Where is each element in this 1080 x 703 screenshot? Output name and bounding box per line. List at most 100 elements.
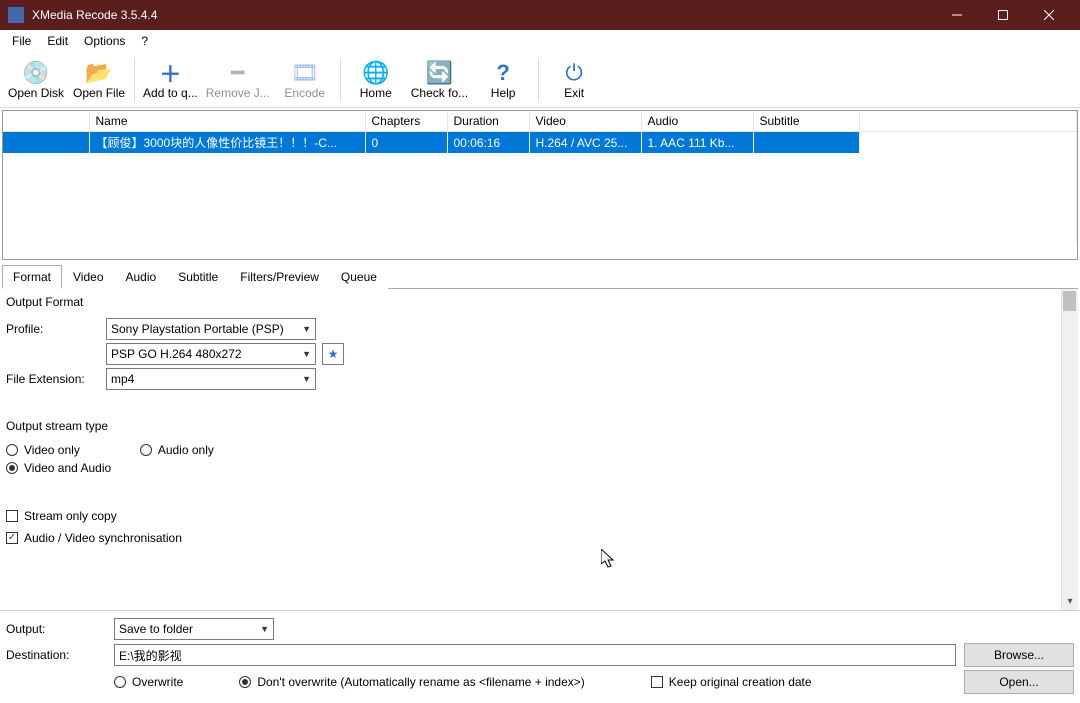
title-bar: XMedia Recode 3.5.4.4 <box>0 0 1080 30</box>
chevron-down-icon: ▼ <box>260 624 269 634</box>
remove-job-button: ━ Remove J... <box>202 54 274 106</box>
browse-button[interactable]: Browse... <box>964 643 1074 667</box>
file-extension-select[interactable]: mp4 ▼ <box>106 368 316 390</box>
remove-job-label: Remove J... <box>206 86 270 100</box>
toolbar-separator <box>340 58 341 102</box>
encode-button: 🎞 Encode <box>274 54 336 106</box>
cell-video: H.264 / AVC 25... <box>529 132 641 154</box>
profile-select[interactable]: Sony Playstation Portable (PSP) ▼ <box>106 318 316 340</box>
menu-help[interactable]: ? <box>133 32 156 50</box>
table-row <box>3 225 1077 243</box>
refresh-icon: 🔄 <box>426 60 453 86</box>
folder-icon: 📂 <box>85 60 112 86</box>
output-label: Output: <box>6 622 106 636</box>
cell-name: 【顾俊】3000块的人像性价比镜王！！！-C... <box>89 132 365 154</box>
question-icon: ? <box>496 60 509 86</box>
tab-queue[interactable]: Queue <box>330 265 388 289</box>
tab-subtitle[interactable]: Subtitle <box>167 265 229 289</box>
add-to-queue-button[interactable]: ＋ Add to q... <box>139 54 202 106</box>
panel-scrollbar[interactable]: ▴ ▾ <box>1061 289 1078 610</box>
menu-file[interactable]: File <box>4 32 39 50</box>
output-format-label: Output Format <box>6 293 1057 315</box>
open-file-button[interactable]: 📂 Open File <box>68 54 130 106</box>
cell-subtitle <box>753 132 859 154</box>
toolbar-separator <box>538 58 539 102</box>
globe-icon: 🌐 <box>362 60 389 86</box>
col-video[interactable]: Video <box>529 111 641 132</box>
chevron-down-icon: ▼ <box>302 349 311 359</box>
chevron-down-icon: ▼ <box>302 374 311 384</box>
profile-label: Profile: <box>6 322 106 336</box>
video-and-audio-radio[interactable]: Video and Audio <box>6 461 1057 475</box>
chevron-down-icon: ▼ <box>302 324 311 334</box>
audio-only-radio[interactable]: Audio only <box>140 443 214 457</box>
home-button[interactable]: 🌐 Home <box>345 54 407 106</box>
minimize-button[interactable] <box>934 0 980 30</box>
home-label: Home <box>360 86 392 100</box>
dont-overwrite-radio[interactable]: Don't overwrite (Automatically rename as… <box>239 675 584 689</box>
toolbar: 💿 Open Disk 📂 Open File ＋ Add to q... ━ … <box>0 52 1080 108</box>
col-subtitle[interactable]: Subtitle <box>753 111 859 132</box>
window-title: XMedia Recode 3.5.4.4 <box>32 8 934 22</box>
video-only-radio[interactable]: Video only <box>6 443 80 457</box>
check-update-label: Check fo... <box>411 86 468 100</box>
exit-label: Exit <box>564 86 584 100</box>
output-panel: Output: Save to folder ▼ Destination: E:… <box>0 610 1080 703</box>
tab-video[interactable]: Video <box>62 265 114 289</box>
scroll-thumb[interactable] <box>1063 291 1076 311</box>
scroll-down-icon[interactable]: ▾ <box>1062 593 1078 610</box>
close-button[interactable] <box>1026 0 1072 30</box>
format-panel: Output Format Profile: Sony Playstation … <box>2 289 1061 610</box>
maximize-button[interactable] <box>980 0 1026 30</box>
open-disk-button[interactable]: 💿 Open Disk <box>4 54 68 106</box>
col-chapters[interactable]: Chapters <box>365 111 447 132</box>
table-row[interactable]: 【顾俊】3000块的人像性价比镜王！！！-C... 0 00:06:16 H.2… <box>3 132 1077 154</box>
cell-audio: 1. AAC 111 Kb... <box>641 132 753 154</box>
add-to-queue-label: Add to q... <box>143 86 198 100</box>
stream-only-copy-check[interactable]: Stream only copy <box>6 509 1057 523</box>
plus-icon: ＋ <box>159 60 181 86</box>
keep-date-check[interactable]: Keep original creation date <box>651 675 812 689</box>
col-blank[interactable] <box>3 111 89 132</box>
file-extension-label: File Extension: <box>6 372 106 386</box>
table-row <box>3 189 1077 207</box>
check-update-button[interactable]: 🔄 Check fo... <box>407 54 472 106</box>
tab-filters[interactable]: Filters/Preview <box>229 265 330 289</box>
preset-select[interactable]: PSP GO H.264 480x272 ▼ <box>106 343 316 365</box>
favorite-button[interactable]: ★ <box>322 343 344 365</box>
menu-bar: File Edit Options ? <box>0 30 1080 52</box>
menu-edit[interactable]: Edit <box>39 32 76 50</box>
file-grid[interactable]: Name Chapters Duration Video Audio Subti… <box>2 110 1078 260</box>
grid-header-row: Name Chapters Duration Video Audio Subti… <box>3 111 1077 132</box>
tab-bar: Format Video Audio Subtitle Filters/Prev… <box>2 264 1078 289</box>
col-audio[interactable]: Audio <box>641 111 753 132</box>
encode-icon: 🎞 <box>291 60 319 86</box>
help-button[interactable]: ? Help <box>472 54 534 106</box>
star-icon: ★ <box>328 347 339 361</box>
tab-format[interactable]: Format <box>2 265 62 289</box>
output-mode-select[interactable]: Save to folder ▼ <box>114 618 274 640</box>
open-button[interactable]: Open... <box>964 670 1074 694</box>
av-sync-check[interactable]: Audio / Video synchronisation <box>6 531 1057 545</box>
encode-label: Encode <box>284 86 325 100</box>
tab-audio[interactable]: Audio <box>115 265 168 289</box>
cell-chapters: 0 <box>365 132 447 154</box>
help-label: Help <box>491 86 516 100</box>
destination-input[interactable]: E:\我的影视 <box>114 644 956 666</box>
power-icon: ⏻ <box>565 60 582 86</box>
open-disk-label: Open Disk <box>8 86 64 100</box>
disc-icon: 💿 <box>22 60 49 86</box>
destination-label: Destination: <box>6 648 106 662</box>
open-file-label: Open File <box>73 86 125 100</box>
app-icon <box>8 7 24 23</box>
toolbar-separator <box>134 58 135 102</box>
cell-duration: 00:06:16 <box>447 132 529 154</box>
table-row <box>3 153 1077 171</box>
overwrite-radio[interactable]: Overwrite <box>114 675 183 689</box>
menu-options[interactable]: Options <box>76 32 133 50</box>
exit-button[interactable]: ⏻ Exit <box>543 54 605 106</box>
stream-type-label: Output stream type <box>6 417 1057 439</box>
col-name[interactable]: Name <box>89 111 365 132</box>
table-row <box>3 207 1077 225</box>
col-duration[interactable]: Duration <box>447 111 529 132</box>
